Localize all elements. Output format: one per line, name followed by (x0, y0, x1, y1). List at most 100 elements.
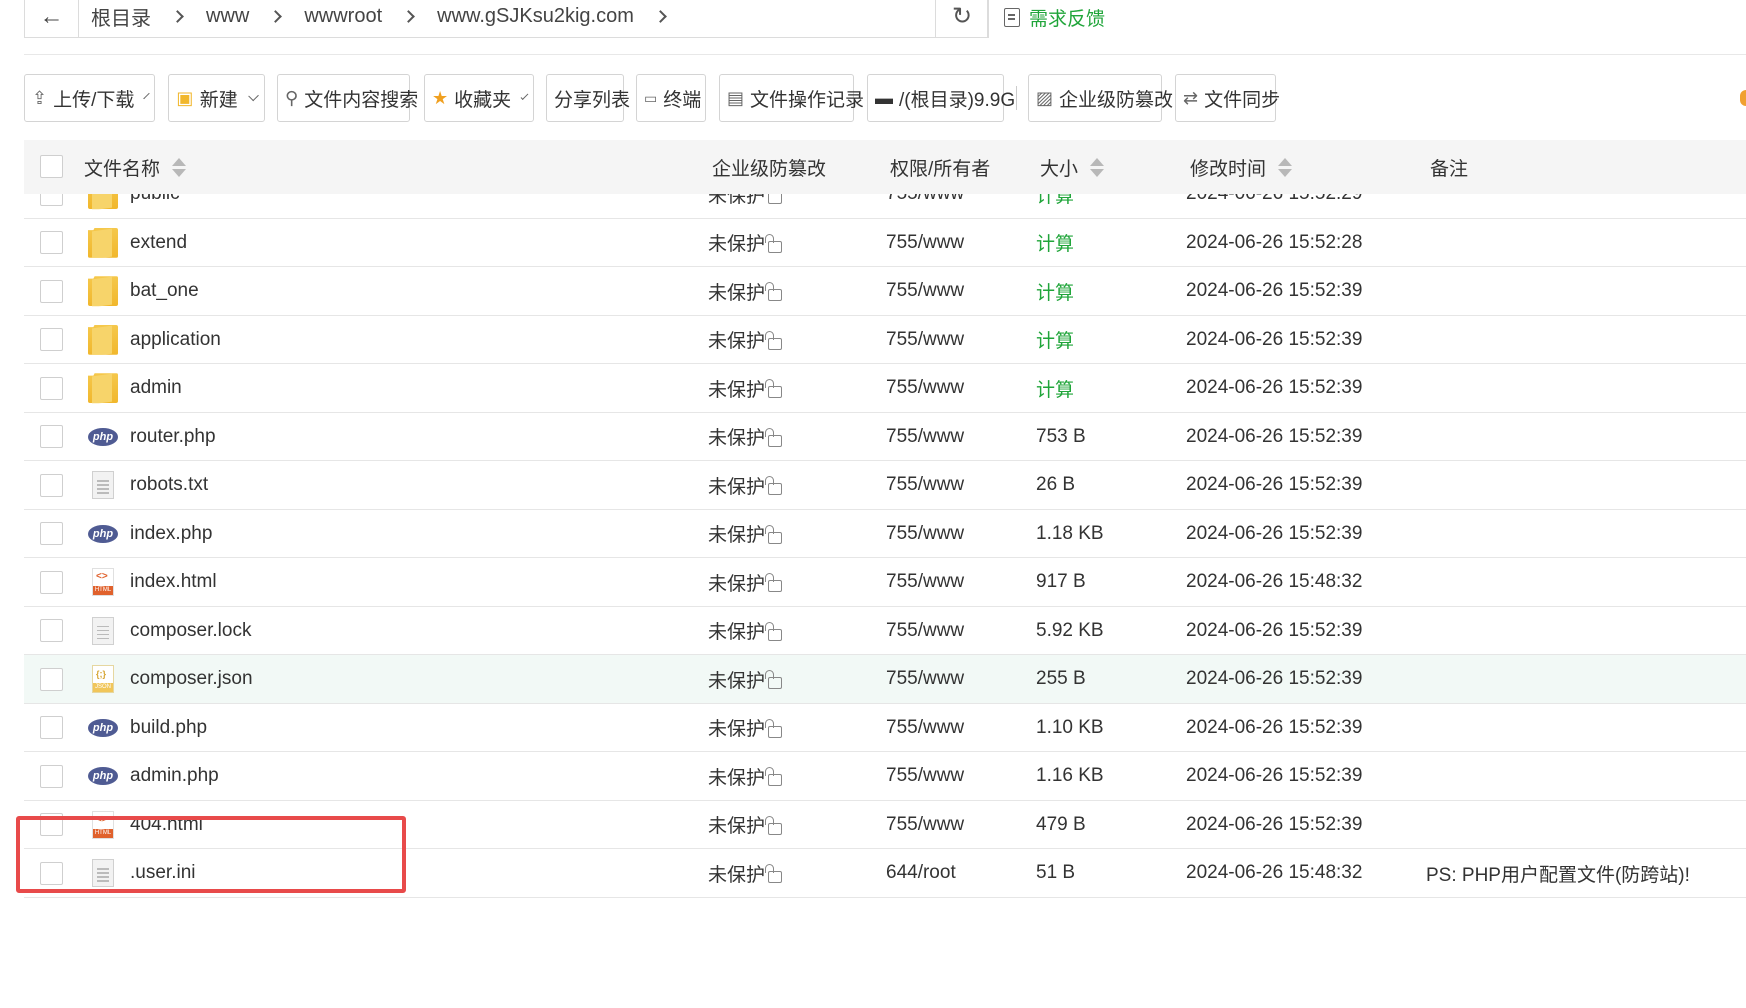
file-name-cell[interactable]: application (88, 316, 221, 365)
row-checkbox[interactable] (40, 473, 63, 497)
protect-cell[interactable]: 未保护 (708, 607, 783, 656)
size-value[interactable]: 计算 (1036, 278, 1074, 305)
row-checkbox[interactable] (40, 328, 63, 352)
perm-value[interactable]: 755/www (886, 620, 964, 642)
perm-value[interactable]: 755/www (886, 280, 964, 302)
file-name-cell[interactable]: admin (88, 364, 182, 413)
row-checkbox[interactable] (40, 194, 63, 206)
operation-log-button[interactable]: ▤ 文件操作记录 (719, 74, 864, 122)
remark-cell[interactable]: PS: PHP用户配置文件(防跨站)! (1426, 849, 1690, 898)
perm-value[interactable]: 755/www (886, 717, 964, 739)
size-cell[interactable]: 计算 (1036, 364, 1074, 413)
perm-value[interactable]: 755/www (886, 329, 964, 351)
tamper-proof-button[interactable]: ▨ 企业级防篡改 (1028, 74, 1173, 122)
file-name-cell[interactable]: <> HTML index.html (88, 558, 217, 607)
protect-cell[interactable]: 未保护 (708, 194, 783, 219)
size-cell[interactable]: 计算 (1036, 316, 1074, 365)
feedback-link[interactable]: 需求反馈 (1004, 4, 1105, 31)
table-row[interactable]: php build.php 未保护 755/www 1.10 KB 2024-06-26 … (24, 704, 1746, 753)
row-checkbox[interactable] (40, 279, 63, 303)
refresh-icon[interactable]: ↻ (935, 0, 989, 38)
perm-cell[interactable]: 755/www (886, 461, 964, 510)
protect-cell[interactable]: 未保护 (708, 219, 783, 268)
file-name-cell[interactable]: php build.php (88, 704, 207, 753)
file-name[interactable]: admin (130, 377, 182, 399)
header-name[interactable]: 文件名称 (84, 140, 187, 194)
size-cell[interactable]: 计算 (1036, 267, 1074, 316)
table-row[interactable]: {;} JSON composer.json 未保护 755/www 255 B 2024-… (24, 655, 1746, 704)
protect-cell[interactable]: 未保护 (708, 849, 783, 898)
size-value[interactable]: 计算 (1036, 229, 1074, 256)
arrow-left-icon[interactable]: ← (25, 0, 79, 37)
file-name[interactable]: .user.ini (130, 862, 195, 884)
protect-cell[interactable]: 未保护 (708, 558, 783, 607)
file-sync-button[interactable]: ⇄ 文件同步 (1175, 74, 1280, 122)
protect-cell[interactable]: 未保护 (708, 413, 783, 462)
breadcrumb-item[interactable]: www (206, 5, 249, 28)
breadcrumb-item[interactable]: 根目录 (91, 2, 151, 31)
file-name[interactable]: composer.json (130, 668, 253, 690)
table-row[interactable]: php admin.php 未保护 755/www 1.16 KB 2024-06-26 … (24, 752, 1746, 801)
file-name[interactable]: build.php (130, 717, 207, 739)
file-name-cell[interactable]: robots.txt (88, 461, 208, 510)
perm-value[interactable]: 755/www (886, 194, 964, 205)
sort-icon[interactable] (1278, 157, 1293, 177)
table-row[interactable]: <> HTML index.html 未保护 755/www 917 B 2024-06-2… (24, 558, 1746, 607)
table-row[interactable]: bat_one 未保护 755/www 计算 2024-06-26 15:52:39 (24, 267, 1746, 316)
table-row[interactable]: application 未保护 755/www 计算 2024-06-26 15:52:… (24, 316, 1746, 365)
size-cell[interactable]: 计算 (1036, 219, 1074, 268)
file-name-cell[interactable]: public (88, 194, 180, 219)
perm-value[interactable]: 644/root (886, 862, 956, 884)
share-list-button[interactable]: 分享列表 (546, 74, 630, 122)
disk-button[interactable]: ▬ /(根目录)9.9G (867, 74, 1015, 122)
table-row[interactable]: extend 未保护 755/www 计算 2024-06-26 15:52:28 (24, 219, 1746, 268)
sort-icon[interactable] (1090, 157, 1105, 177)
perm-value[interactable]: 755/www (886, 523, 964, 545)
new-button[interactable]: ▣ 新建 (168, 74, 265, 122)
file-name-cell[interactable]: <> HTML 404.html (88, 801, 203, 850)
select-all-checkbox[interactable] (40, 155, 63, 178)
row-checkbox[interactable] (40, 861, 63, 885)
protect-cell[interactable]: 未保护 (708, 704, 783, 753)
terminal-button[interactable]: ▭ 终端 (636, 74, 706, 122)
table-row[interactable]: php index.php 未保护 755/www 1.18 KB 2024-06-26 … (24, 510, 1746, 559)
file-name[interactable]: bat_one (130, 280, 199, 302)
table-row[interactable]: php router.php 未保护 755/www 753 B 2024-06-26 1… (24, 413, 1746, 462)
file-name-cell[interactable]: php index.php (88, 510, 212, 559)
header-mtime[interactable]: 修改时间 (1190, 140, 1293, 194)
perm-value[interactable]: 755/www (886, 426, 964, 448)
size-value[interactable]: 计算 (1036, 326, 1074, 353)
file-name-cell[interactable]: php admin.php (88, 752, 219, 801)
file-name[interactable]: admin.php (130, 765, 219, 787)
file-name-cell[interactable]: php router.php (88, 413, 216, 462)
file-name[interactable]: index.html (130, 571, 217, 593)
file-name[interactable]: composer.lock (130, 620, 251, 642)
file-name-cell[interactable]: extend (88, 219, 187, 268)
protect-cell[interactable]: 未保护 (708, 461, 783, 510)
size-value[interactable]: 计算 (1036, 375, 1074, 402)
favorites-button[interactable]: ★ 收藏夹 (424, 74, 534, 122)
row-checkbox[interactable] (40, 716, 63, 740)
file-name[interactable]: public (130, 194, 180, 205)
file-name-cell[interactable]: composer.lock (88, 607, 251, 656)
perm-value[interactable]: 755/www (886, 232, 964, 254)
perm-cell[interactable]: 755/www (886, 510, 964, 559)
size-value[interactable]: 计算 (1036, 194, 1074, 208)
protect-cell[interactable]: 未保护 (708, 316, 783, 365)
row-checkbox[interactable] (40, 619, 63, 643)
row-checkbox[interactable] (40, 667, 63, 691)
perm-cell[interactable]: 755/www (886, 267, 964, 316)
perm-cell[interactable]: 755/www (886, 194, 964, 219)
row-checkbox[interactable] (40, 376, 63, 400)
file-name-cell[interactable]: {;} JSON composer.json (88, 655, 253, 704)
row-checkbox[interactable] (40, 231, 63, 255)
protect-cell[interactable]: 未保护 (708, 267, 783, 316)
upload-download-button[interactable]: ⇪ 上传/下载 (24, 74, 155, 122)
perm-cell[interactable]: 755/www (886, 655, 964, 704)
row-checkbox[interactable] (40, 522, 63, 546)
perm-value[interactable]: 755/www (886, 814, 964, 836)
perm-cell[interactable]: 755/www (886, 364, 964, 413)
table-row[interactable]: admin 未保护 755/www 计算 2024-06-26 15:52:39 (24, 364, 1746, 413)
table-row[interactable]: .user.ini 未保护 644/root 51 B 2024-06-26 15:48… (24, 849, 1746, 898)
protect-cell[interactable]: 未保护 (708, 364, 783, 413)
